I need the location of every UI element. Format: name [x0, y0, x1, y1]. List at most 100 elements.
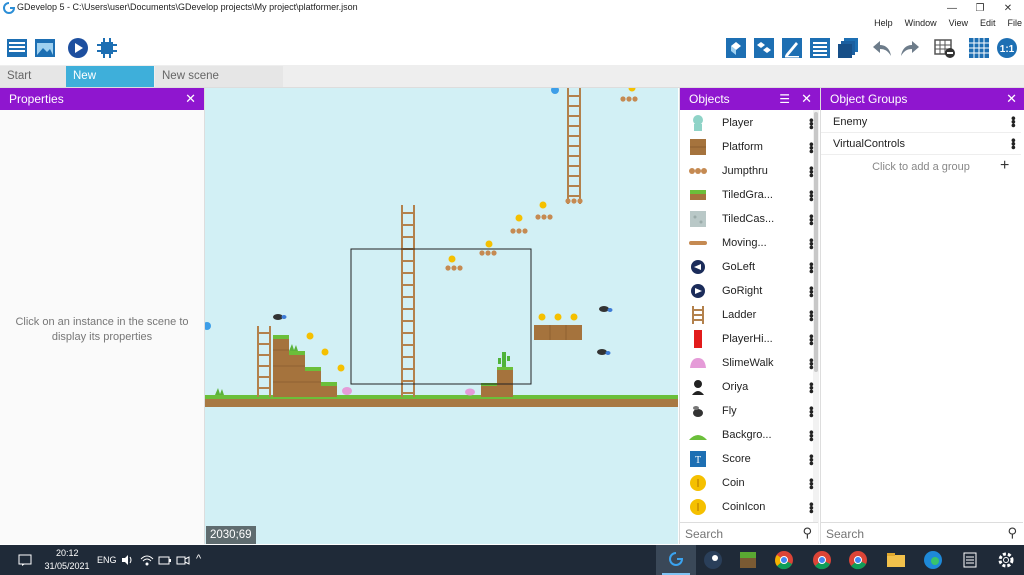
more-options-icon[interactable]: •••: [799, 454, 819, 465]
close-icon[interactable]: ✕: [185, 88, 196, 110]
menu-view[interactable]: View: [949, 16, 968, 31]
search-icon[interactable]: ⚲: [1007, 525, 1017, 541]
more-options-icon[interactable]: •••: [799, 238, 819, 249]
objects-header: Objects ☰ ✕: [680, 88, 820, 110]
task-manager-icon[interactable]: [957, 547, 983, 573]
object-row-slimewalk[interactable]: SlimeWalk •••: [680, 351, 819, 375]
handle-dot[interactable]: [551, 88, 559, 94]
chrome-app-icon[interactable]: [771, 547, 797, 573]
layers-icon[interactable]: [809, 37, 831, 59]
add-group-plus-icon[interactable]: +: [1000, 157, 1009, 175]
groups-search-input[interactable]: [821, 523, 928, 545]
cursor-coordinates: 2030;69: [206, 526, 256, 544]
show-hidden-icons-icon[interactable]: ^: [196, 553, 201, 565]
menu-file[interactable]: File: [1007, 16, 1022, 31]
more-options-icon[interactable]: •••: [799, 358, 819, 369]
more-options-icon[interactable]: •••: [799, 310, 819, 321]
scene-canvas[interactable]: [205, 88, 678, 544]
settings-gear-icon[interactable]: [993, 547, 1019, 573]
more-options-icon[interactable]: •••: [799, 142, 819, 153]
tab-new-scene-events[interactable]: New scene (Events)✕: [155, 66, 283, 104]
object-row-coin[interactable]: Coin •••: [680, 471, 819, 495]
more-options-icon[interactable]: •••: [799, 478, 819, 489]
object-row-player[interactable]: Player •••: [680, 111, 819, 135]
undo-icon[interactable]: [871, 37, 893, 59]
steam-app-icon[interactable]: [700, 547, 726, 573]
tab-start-page[interactable]: Start Page: [0, 66, 66, 103]
minimize-button[interactable]: —: [938, 0, 966, 16]
object-row-goleft[interactable]: GoLeft •••: [680, 255, 819, 279]
file-explorer-icon[interactable]: [883, 547, 909, 573]
handle-dot[interactable]: [205, 322, 211, 330]
object-row-fly[interactable]: Fly •••: [680, 399, 819, 423]
grid-settings-icon[interactable]: [934, 37, 956, 59]
maximize-button[interactable]: ❐: [966, 0, 994, 16]
object-name: Ladder: [722, 309, 757, 321]
properties-icon[interactable]: [781, 37, 803, 59]
scene-editor-icon[interactable]: [34, 37, 56, 59]
chrome-app-icon-2[interactable]: [809, 547, 835, 573]
more-options-icon[interactable]: •••: [799, 406, 819, 417]
debugger-icon[interactable]: [96, 37, 118, 59]
object-name: Coin: [722, 477, 745, 489]
redo-icon[interactable]: [899, 37, 921, 59]
instances-list-icon[interactable]: [837, 37, 859, 59]
close-icon[interactable]: ✕: [1006, 88, 1017, 110]
menu-window[interactable]: Window: [905, 16, 937, 31]
object-row-oriya[interactable]: Oriya •••: [680, 375, 819, 399]
object-row-playerhi[interactable]: PlayerHi... •••: [680, 327, 819, 351]
object-row-coinicon[interactable]: CoinIcon •••: [680, 495, 819, 519]
add-group-hint[interactable]: Click to add a group: [821, 157, 1021, 177]
battery-icon[interactable]: [158, 553, 172, 567]
more-options-icon[interactable]: •••: [799, 502, 819, 513]
gdevelop-taskbar-app[interactable]: [656, 545, 696, 575]
more-options-icon[interactable]: •••: [1001, 134, 1021, 149]
group-row-virtualcontrols[interactable]: VirtualControls •••: [821, 134, 1021, 155]
project-manager-icon[interactable]: [6, 37, 28, 59]
open-objects-icon[interactable]: [725, 37, 747, 59]
object-row-backgro[interactable]: Backgro... •••: [680, 423, 819, 447]
more-options-icon[interactable]: •••: [1001, 112, 1021, 127]
zoom-reset-icon[interactable]: 1:1: [996, 37, 1018, 59]
object-row-tiledgra[interactable]: TiledGra... •••: [680, 183, 819, 207]
minecraft-app-icon[interactable]: [735, 547, 761, 573]
more-options-icon[interactable]: •••: [799, 214, 819, 225]
object-row-moving[interactable]: Moving... •••: [680, 231, 819, 255]
toggle-grid-icon[interactable]: [968, 37, 990, 59]
object-row-platform[interactable]: Platform •••: [680, 135, 819, 159]
more-options-icon[interactable]: •••: [799, 286, 819, 297]
language-indicator[interactable]: ENG: [97, 555, 117, 565]
object-row-goright[interactable]: GoRight •••: [680, 279, 819, 303]
more-options-icon[interactable]: •••: [799, 118, 819, 129]
notifications-icon[interactable]: [18, 553, 32, 567]
more-options-icon[interactable]: •••: [799, 430, 819, 441]
edge-app-icon[interactable]: [920, 547, 946, 573]
group-row-enemy[interactable]: Enemy •••: [821, 112, 1021, 133]
filter-icon[interactable]: ☰: [779, 88, 790, 110]
text-object-icon: T: [688, 449, 708, 469]
object-name: Oriya: [722, 381, 749, 393]
objects-search-input[interactable]: [680, 523, 787, 545]
preview-play-icon[interactable]: [67, 37, 89, 59]
menu-help[interactable]: Help: [874, 16, 893, 31]
chrome-app-icon-3[interactable]: [845, 547, 871, 573]
tab-new-scene[interactable]: New scene✕: [66, 66, 154, 104]
object-row-tiledcas[interactable]: TiledCas... •••: [680, 207, 819, 231]
meet-now-icon[interactable]: [176, 553, 190, 567]
more-options-icon[interactable]: •••: [799, 166, 819, 177]
search-icon[interactable]: ⚲: [802, 525, 812, 541]
object-groups-icon[interactable]: [753, 37, 775, 59]
object-row-ladder[interactable]: Ladder •••: [680, 303, 819, 327]
ladder-left: [257, 326, 271, 397]
more-options-icon[interactable]: •••: [799, 382, 819, 393]
menu-edit[interactable]: Edit: [980, 16, 996, 31]
close-window-button[interactable]: ✕: [994, 0, 1022, 16]
wifi-icon[interactable]: [140, 553, 154, 567]
more-options-icon[interactable]: •••: [799, 262, 819, 273]
more-options-icon[interactable]: •••: [799, 190, 819, 201]
volume-icon[interactable]: [120, 553, 134, 567]
object-row-jumpthru[interactable]: Jumpthru •••: [680, 159, 819, 183]
object-row-score[interactable]: T Score •••: [680, 447, 819, 471]
close-icon[interactable]: ✕: [801, 88, 812, 110]
more-options-icon[interactable]: •••: [799, 334, 819, 345]
